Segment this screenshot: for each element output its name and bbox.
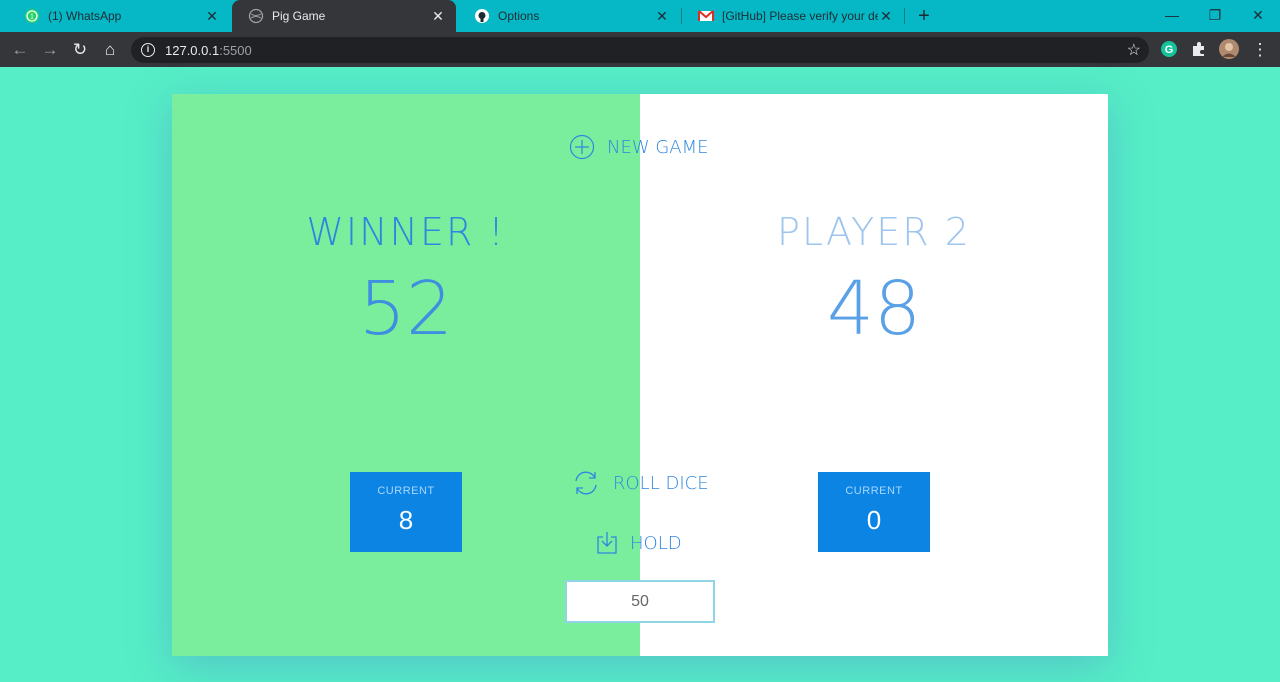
reload-icon[interactable]: ↻: [68, 38, 92, 62]
tab-title: Options: [498, 9, 540, 23]
home-icon[interactable]: ⌂: [98, 38, 122, 62]
close-icon[interactable]: ✕: [878, 8, 894, 24]
hold-button[interactable]: HOLD: [596, 531, 682, 555]
whatsapp-icon: 1: [25, 9, 39, 23]
tab-title: (1) WhatsApp: [48, 9, 122, 23]
player-1-current-box: CURRENT 8: [350, 472, 462, 552]
new-tab-plus-icon[interactable]: +: [914, 6, 934, 26]
gmail-icon: [698, 10, 714, 21]
close-icon[interactable]: ✕: [204, 8, 220, 24]
back-arrow-icon[interactable]: ←: [8, 38, 32, 62]
player-1-panel: WINNER ! 52 CURRENT 8: [172, 94, 640, 656]
close-icon[interactable]: ✕: [430, 8, 446, 24]
tab-separator: [904, 8, 905, 24]
game-board: WINNER ! 52 CURRENT 8 PLAYER 2 48 CURREN…: [172, 94, 1108, 656]
new-game-button[interactable]: NEW GAME: [569, 134, 709, 160]
new-game-label: NEW GAME: [607, 136, 709, 158]
info-icon[interactable]: i: [141, 43, 155, 57]
svg-text:G: G: [1165, 44, 1174, 56]
url-host: 127.0.0.1: [165, 42, 220, 58]
restore-icon[interactable]: ❐: [1195, 4, 1235, 26]
player-2-name: PLAYER 2: [777, 210, 971, 254]
tab-strip: 1 (1) WhatsApp ✕ Pig Game ✕ Options ✕ [G…: [0, 0, 1280, 32]
close-icon[interactable]: ✕: [654, 8, 670, 24]
player-2-score: 48: [826, 266, 922, 352]
tab-options[interactable]: Options ✕: [458, 0, 680, 32]
player-2-current-box: CURRENT 0: [818, 472, 930, 552]
browser-toolbar: ← → ↻ ⌂ i 127.0.0.1:5500 ☆ G ⋮: [0, 32, 1280, 67]
tab-whatsapp[interactable]: 1 (1) WhatsApp ✕: [8, 0, 230, 32]
player-1-current-score: 8: [398, 505, 414, 535]
roll-dice-button[interactable]: ROLL DICE: [571, 469, 709, 497]
svg-text:1: 1: [30, 14, 34, 21]
github-icon: [475, 9, 489, 23]
target-score-input[interactable]: [565, 580, 715, 623]
current-label: CURRENT: [845, 485, 903, 497]
url-port: :5500: [219, 42, 252, 58]
address-bar[interactable]: i 127.0.0.1:5500 ☆: [131, 37, 1149, 63]
tab-title: Pig Game: [272, 9, 326, 23]
forward-arrow-icon[interactable]: →: [38, 38, 62, 62]
current-label: CURRENT: [377, 485, 435, 497]
globe-icon: [248, 8, 264, 24]
refresh-icon: [575, 471, 597, 495]
extensions-puzzle-icon[interactable]: [1189, 39, 1209, 59]
profile-avatar-icon[interactable]: [1219, 39, 1239, 59]
grammarly-icon[interactable]: G: [1159, 39, 1179, 59]
player-2-current-score: 0: [866, 505, 882, 535]
download-icon: [597, 532, 617, 554]
tab-github-verify[interactable]: [GitHub] Please verify your device ✕: [682, 0, 904, 32]
browser-menu-icon[interactable]: ⋮: [1248, 38, 1272, 62]
player-1-score: 52: [358, 266, 454, 352]
hold-label: HOLD: [630, 532, 682, 554]
minimize-icon[interactable]: —: [1152, 4, 1192, 26]
plus-circle-icon: [569, 134, 595, 160]
close-window-icon[interactable]: ✕: [1238, 4, 1278, 26]
tab-title: [GitHub] Please verify your device: [722, 9, 878, 23]
tab-pig-game[interactable]: Pig Game ✕: [232, 0, 456, 32]
bookmark-star-icon[interactable]: ☆: [1127, 40, 1141, 60]
player-1-name: WINNER !: [306, 210, 506, 254]
roll-dice-label: ROLL DICE: [613, 472, 709, 494]
player-2-panel: PLAYER 2 48 CURRENT 0: [640, 94, 1108, 656]
